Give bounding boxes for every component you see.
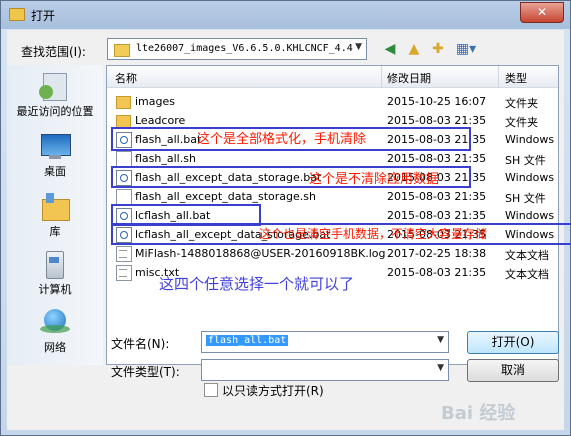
view-menu-icon[interactable]: ▦▾ — [453, 40, 479, 58]
file-icon — [116, 151, 132, 167]
list-item[interactable]: MiFlash-1488018868@USER-20160918BK.log 2… — [107, 244, 558, 263]
look-in-label: 查找范围(I): — [21, 45, 86, 59]
readonly-label: 以只读方式打开(R) — [222, 384, 324, 398]
open-dialog: 打开 ✕ 查找范围(I): lte26007_images_V6.6.5.0.K… — [0, 0, 571, 436]
readonly-checkbox[interactable] — [204, 383, 218, 397]
place-computer[interactable]: 计算机 — [7, 249, 103, 297]
cancel-button[interactable]: 取消 — [467, 359, 559, 382]
desktop-icon — [38, 131, 72, 161]
title-bar[interactable]: 打开 ✕ — [1, 1, 570, 29]
computer-icon — [38, 249, 72, 279]
column-type[interactable]: 类型 — [505, 70, 527, 86]
window-title: 打开 — [31, 9, 56, 23]
up-folder-icon[interactable]: ▲ — [405, 40, 423, 58]
place-libraries[interactable]: 库 — [7, 191, 103, 239]
look-in-value: lte26007_images_V6.6.5.0.KHLCNCF_4.4 — [136, 43, 353, 54]
filetype-label: 文件类型(T): — [111, 365, 180, 379]
libraries-icon — [38, 191, 72, 221]
text-file-icon — [116, 246, 132, 262]
column-date[interactable]: 修改日期 — [387, 70, 431, 86]
back-arrow-icon[interactable]: ◀ — [381, 40, 399, 58]
file-icon — [116, 189, 132, 205]
open-button[interactable]: 打开(O) — [467, 331, 559, 354]
places-bar: 最近访问的位置 桌面 库 计算机 网络 — [7, 65, 103, 365]
filename-input[interactable]: flash_all.bat ▼ — [201, 331, 449, 353]
file-list-header: 名称 修改日期 类型 — [107, 66, 558, 88]
folder-app-icon — [9, 8, 25, 21]
new-folder-icon[interactable]: ✚ — [429, 40, 447, 58]
list-item[interactable]: images 2015-10-25 16:07 文件夹 — [107, 92, 558, 111]
close-button[interactable]: ✕ — [520, 2, 564, 23]
filetype-select[interactable]: ▼ — [201, 359, 449, 381]
chevron-down-icon[interactable]: ▼ — [437, 363, 444, 373]
look-in-combo[interactable]: lte26007_images_V6.6.5.0.KHLCNCF_4.4 ▼ — [107, 38, 367, 60]
text-file-icon — [116, 265, 132, 281]
place-desktop[interactable]: 桌面 — [7, 131, 103, 179]
network-icon — [38, 307, 72, 337]
annotation-note: 这个是全部格式化，手机清除 — [197, 132, 367, 147]
recent-places-icon — [38, 71, 72, 101]
column-name[interactable]: 名称 — [115, 70, 137, 86]
annotation-note: 这个是不清除应用数据 — [309, 172, 440, 187]
place-network[interactable]: 网络 — [7, 307, 103, 355]
watermark-logo: Bai 经验 — [441, 403, 516, 424]
filename-label: 文件名(N): — [111, 337, 170, 351]
annotation-note: 这个也是清空手机数据，不清空大容量存储 — [259, 227, 488, 241]
filename-value: flash_all.bat — [206, 335, 289, 346]
chevron-down-icon[interactable]: ▼ — [437, 335, 444, 345]
place-recent[interactable]: 最近访问的位置 — [7, 71, 103, 119]
folder-icon — [114, 44, 130, 57]
chevron-down-icon[interactable]: ▼ — [355, 42, 362, 52]
annotation-instruction: 这四个任意选择一个就可以了 — [159, 275, 355, 293]
folder-icon — [116, 96, 131, 109]
